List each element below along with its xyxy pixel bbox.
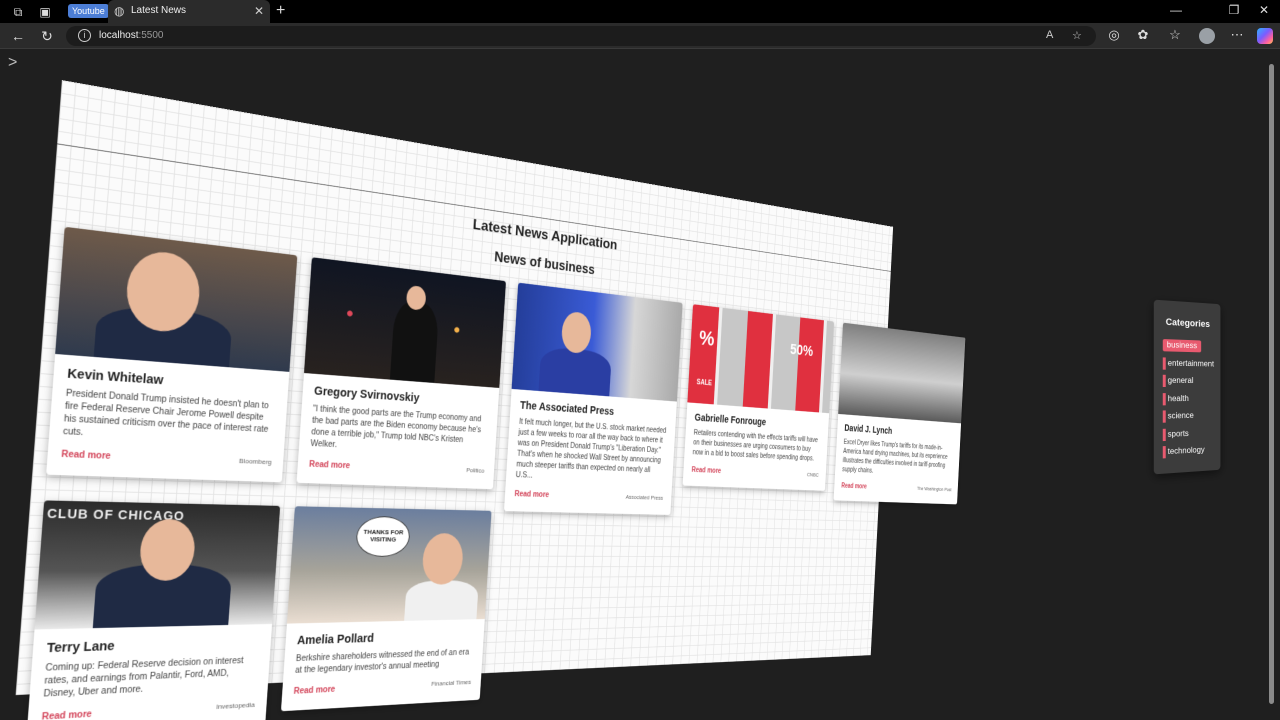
categories-title: Categories [1165, 316, 1210, 330]
article-description: Coming up: Federal Reserve decision on i… [43, 656, 244, 700]
category-item-general[interactable]: general [1162, 374, 1220, 393]
read-aloud-icon[interactable]: A [1046, 29, 1053, 41]
news-card: David J. Lynch Excel Dryer likes Trump's… [833, 322, 966, 505]
article-image [304, 257, 506, 388]
article-image [55, 226, 298, 372]
page-3d-scene: Latest News Application News of business… [15, 50, 1265, 720]
category-label: sports [1162, 427, 1191, 441]
category-label: entertainment [1162, 356, 1216, 370]
back-arrow-icon[interactable]: ← [9, 27, 27, 45]
restore-icon[interactable]: ❐ [1227, 3, 1241, 17]
category-item-science[interactable]: science [1162, 409, 1220, 428]
sale-sign-text: 50% [789, 340, 814, 360]
speech-bubble: THANKS FOR VISITING [355, 515, 411, 557]
category-label: science [1162, 409, 1196, 423]
article-author: Terry Lane [46, 638, 116, 655]
workspaces-icon[interactable]: ⧉ [10, 4, 26, 20]
news-card: The Associated Press It felt much longer… [503, 282, 683, 515]
tab-group-badge[interactable]: Youtube [68, 4, 109, 18]
site-info-icon[interactable]: i [78, 29, 91, 42]
window-close-icon[interactable]: ✕ [1257, 3, 1271, 17]
more-menu-icon[interactable]: ⋯ [1229, 27, 1245, 43]
article-description: Berkshire shareholders witnessed the end… [294, 648, 470, 676]
category-label: general [1162, 374, 1196, 387]
globe-icon: ◍ [114, 4, 125, 18]
copilot-icon[interactable] [1257, 28, 1273, 44]
puzzle-icon[interactable]: ✿ [1135, 27, 1151, 43]
article-author: David J. Lynch [844, 422, 893, 436]
article-image [511, 282, 683, 402]
news-card: THANKS FOR VISITING Amelia Pollard Berks… [280, 506, 492, 712]
article-source: Associated Press [625, 493, 664, 502]
article-description: "I think the good parts are the Trump ec… [310, 404, 482, 450]
scrollbar-thumb[interactable] [1269, 64, 1274, 704]
news-card: % 50% SALE Gabrielle Fonrouge Retailers … [682, 304, 835, 491]
article-author: Amelia Pollard [296, 631, 375, 647]
read-more-link[interactable]: Read more [309, 460, 351, 471]
article-source: Politico [466, 466, 485, 475]
refresh-icon[interactable]: ↻ [38, 27, 56, 45]
category-label: technology [1162, 444, 1207, 459]
read-more-link[interactable]: Read more [41, 710, 92, 720]
tab-title: Latest News [131, 5, 187, 16]
categories-panel: Categories business entertainment general h… [1153, 299, 1221, 475]
address-bar[interactable]: i localhost:5500 A ☆ [66, 26, 1096, 46]
article-source: Bloomberg [238, 457, 272, 466]
article-description: It felt much longer, but the U.S. stock … [515, 417, 667, 480]
article-source: The Washington Post [916, 485, 952, 493]
browser-toolbar: ← ↻ i localhost:5500 A ☆ ◎ ✿ ☆ ⋯ [0, 23, 1280, 49]
read-more-link[interactable]: Read more [841, 482, 867, 490]
category-item-health[interactable]: health [1162, 392, 1220, 410]
read-more-link[interactable]: Read more [691, 466, 721, 475]
tab-latest-news[interactable]: ◍ Latest News ✕ [108, 0, 270, 23]
category-item-business[interactable]: business [1162, 339, 1220, 358]
favorites-icon[interactable]: ☆ [1167, 27, 1183, 43]
category-item-technology[interactable]: technology [1162, 444, 1220, 465]
page-viewport: > Latest News Application News of busine… [0, 50, 1280, 720]
read-more-link[interactable]: Read more [514, 490, 549, 499]
news-page: Latest News Application News of business… [15, 80, 966, 720]
extension-icon[interactable]: ◎ [1106, 27, 1122, 43]
close-icon[interactable]: ✕ [254, 4, 264, 18]
url-text: localhost:5500 [99, 30, 164, 41]
article-description: Retailers contending with the effects ta… [692, 428, 818, 463]
tab-actions-icon[interactable]: ▣ [37, 4, 53, 20]
categories-list: business entertainment general health scienc… [1162, 339, 1220, 465]
news-grid: Kevin Whitelaw President Donald Trump in… [26, 226, 966, 720]
article-source: Investopedia [215, 700, 256, 711]
article-image [838, 322, 966, 424]
article-image: CLUB OF CHICAGO [34, 500, 281, 630]
minimize-icon[interactable]: — [1169, 3, 1183, 17]
news-card: CLUB OF CHICAGO Terry Lane Coming up: Fe… [26, 500, 281, 720]
article-author: Gabrielle Fonrouge [694, 411, 767, 428]
article-source: CNBC [806, 471, 819, 479]
tab-bar: ⧉ ▣ Youtube ◍ Latest News ✕ + — ❐ ✕ [0, 0, 1280, 23]
category-label: business [1162, 339, 1201, 353]
sale-sign-text: % [698, 326, 716, 351]
category-item-entertainment[interactable]: entertainment [1162, 356, 1220, 375]
chevron-right-icon[interactable]: > [8, 54, 17, 72]
news-card: Kevin Whitelaw President Donald Trump in… [46, 226, 298, 483]
article-image: THANKS FOR VISITING [286, 506, 492, 624]
sale-sign-text: SALE [696, 378, 713, 388]
profile-avatar[interactable] [1199, 28, 1215, 44]
article-source: Financial Times [431, 678, 472, 688]
favorite-star-icon[interactable]: ☆ [1072, 29, 1082, 42]
read-more-link[interactable]: Read more [293, 685, 335, 696]
article-description: President Donald Trump insisted he doesn… [62, 388, 270, 438]
article-image: % 50% SALE [687, 304, 835, 414]
article-description: Excel Dryer likes Trump's tariffs for it… [842, 438, 948, 475]
new-tab-icon[interactable]: + [276, 2, 285, 20]
read-more-link[interactable]: Read more [61, 450, 111, 462]
news-card: Gregory Svirnovskiy "I think the good pa… [296, 257, 506, 490]
category-label: health [1162, 392, 1191, 405]
